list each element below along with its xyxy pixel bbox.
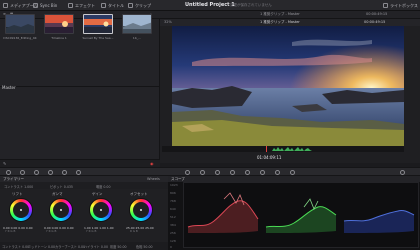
gain-label: ゲイン: [92, 192, 103, 196]
lightbox-label: ライトボックス: [390, 2, 418, 8]
scope-tick: 256: [170, 231, 176, 235]
key-icon[interactable]: [260, 170, 265, 175]
effects-toggle[interactable]: エフェクト: [68, 2, 95, 9]
clip-name: DSC09136_Editing_4K: [3, 36, 37, 40]
effects-icon: [68, 3, 73, 8]
title-tool-toggle[interactable]: タイトル: [101, 2, 124, 9]
scope-tick: 512: [170, 215, 176, 219]
sunset-seascape-image: [172, 22, 404, 146]
viewer-image[interactable]: [172, 22, 404, 146]
scope-tick: 0: [170, 245, 172, 249]
viewer-header-timecode: 00:00:49:15: [364, 20, 386, 24]
project-title: Untitled Project 1: [185, 2, 235, 8]
viewer-timecode: 00:00:49:15: [366, 12, 388, 16]
viewer-clip-title: 1 推奨クリップ - Master: [260, 12, 300, 16]
clip-name: Timeline 1: [51, 36, 67, 40]
pen-icon[interactable]: ✎: [3, 161, 6, 166]
offset-label: オフセット: [130, 192, 148, 196]
scope-tick: 1023: [170, 183, 178, 187]
sizing-icon[interactable]: [275, 170, 280, 175]
curves-icon[interactable]: [20, 170, 25, 175]
footer-saturation[interactable]: 彩度 50.00: [110, 244, 127, 249]
clip-thumbnail-image: [45, 15, 73, 33]
clip-icon: [128, 3, 133, 8]
clip-thumbnail[interactable]: [5, 14, 35, 34]
lift-label: リフト: [12, 192, 23, 196]
motion-effects-icon[interactable]: [76, 170, 81, 175]
tracker-icon[interactable]: [215, 170, 220, 175]
sync-bin-icon: [33, 3, 38, 8]
media-pool-icon: [3, 3, 8, 8]
gamma-label: ガンマ: [52, 192, 63, 196]
scope-tick: 768: [170, 199, 176, 203]
color-page-nav: [0, 167, 420, 176]
window-icon[interactable]: [200, 170, 205, 175]
gamma-wheel-handle[interactable]: [60, 209, 62, 211]
scope-tick: 896: [170, 191, 176, 195]
media-tools-strip: ✎ ◉: [0, 159, 160, 167]
primaries-mode-select[interactable]: Wheels: [147, 177, 160, 181]
qualifier-icon[interactable]: [185, 170, 190, 175]
viewer-scrub-bar[interactable]: [162, 146, 404, 152]
viewer-title: 1 推奨クリップ - Master: [260, 20, 300, 24]
effects-label: エフェクト: [75, 2, 95, 8]
offset-channels: R G B: [130, 229, 138, 233]
rgb-parade-traces: [187, 192, 415, 233]
lift-wheel-handle[interactable]: [20, 209, 22, 211]
project-save-status: 変更が保存されていません: [230, 3, 272, 7]
media-pool-panel: [0, 19, 160, 159]
3d-icon[interactable]: [290, 170, 295, 175]
top-toolbar: メディアプール Sync Bin エフェクト タイトル クリップ Untitle…: [0, 0, 420, 11]
gamma-channels: Y R G B: [46, 229, 57, 233]
gain-wheel-handle[interactable]: [100, 209, 102, 211]
footer-contrast[interactable]: コントラスト 0.00: [2, 244, 29, 249]
sync-bin-label: Sync Bin: [40, 3, 58, 8]
blur-icon[interactable]: [245, 170, 250, 175]
color-wheels-icon[interactable]: [34, 170, 39, 175]
clip-name: Sunset By The Sea...: [82, 36, 114, 40]
contrast-field[interactable]: コントラスト 1.000: [4, 184, 33, 189]
scrub-timecode: 01:04:09:11: [257, 155, 282, 160]
clip-thumbnail-selected[interactable]: [83, 14, 113, 34]
gain-channels: Y R G B: [86, 229, 97, 233]
title-tool-label: タイトル: [108, 2, 124, 8]
media-pool-divider: [0, 86, 160, 87]
clip-thumbnail[interactable]: [44, 14, 74, 34]
clip-thumbnail-image: [123, 15, 151, 33]
title-icon: [101, 3, 106, 8]
magic-mask-icon[interactable]: [230, 170, 235, 175]
scope-tick: 384: [170, 223, 176, 227]
bin-label: Master: [2, 85, 16, 90]
lift-channels: Y R G B: [5, 229, 16, 233]
clip-thumbnail-image: [84, 15, 112, 33]
clip-thumbnail-image: [6, 15, 34, 33]
footer-color-boost[interactable]: カラーブースト 0.00: [55, 244, 85, 249]
scope-tick: 640: [170, 207, 176, 211]
offset-wheel-handle[interactable]: [140, 209, 142, 211]
audio-waveform: [266, 146, 312, 152]
record-icon[interactable]: ◉: [150, 161, 154, 166]
clip-thumbnail[interactable]: [122, 14, 152, 34]
scopes-icon[interactable]: [400, 170, 405, 175]
clip-name: 1b_...: [132, 36, 142, 40]
viewer-zoom[interactable]: 32%: [164, 20, 172, 24]
lightbox-toggle[interactable]: ライトボックス: [383, 2, 418, 9]
clip-label: クリップ: [135, 2, 151, 8]
footer-highlight[interactable]: ハイライト 0.00: [84, 244, 108, 249]
scope-tick: 128: [170, 239, 176, 243]
footer-hue[interactable]: 色相 50.00: [136, 244, 153, 249]
rgb-mixer-icon[interactable]: [62, 170, 67, 175]
node-icon[interactable]: [6, 170, 11, 175]
sync-bin-toggle[interactable]: Sync Bin: [33, 2, 57, 9]
hdr-icon[interactable]: [48, 170, 53, 175]
luminance-field[interactable]: 明度 0.00: [96, 184, 111, 189]
clip-toggle[interactable]: クリップ: [128, 2, 151, 9]
pivot-field[interactable]: ピボット 0.435: [50, 184, 73, 189]
rgb-parade-scope: [183, 182, 419, 248]
footer-midtone[interactable]: ミッドトーン 0.00: [28, 244, 55, 249]
lightbox-icon: [383, 3, 388, 8]
